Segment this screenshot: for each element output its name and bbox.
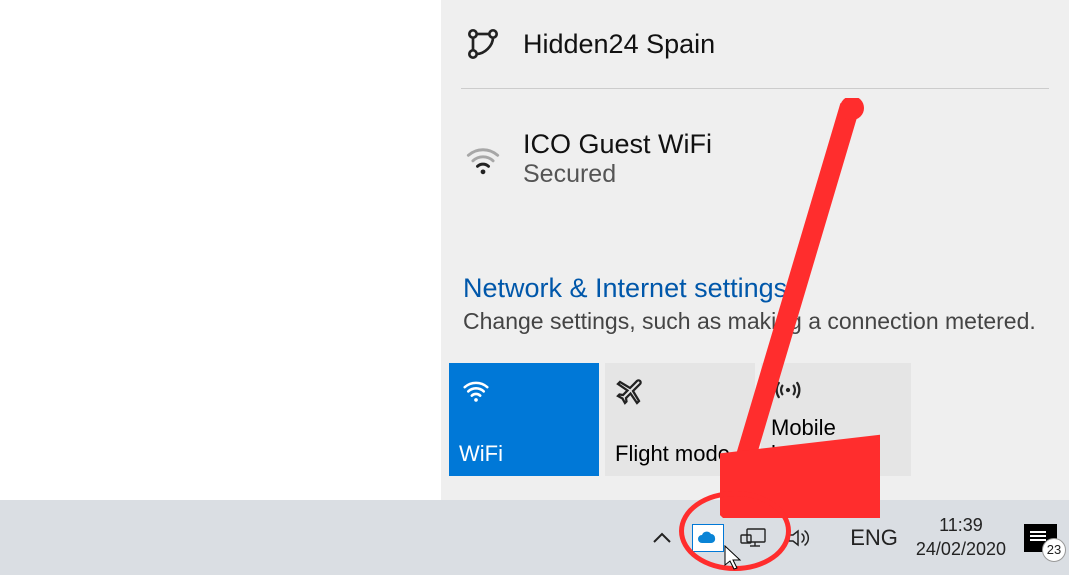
network-name: ICO Guest WiFi — [523, 129, 712, 160]
network-settings-link[interactable]: Network & Internet settings — [463, 273, 1047, 304]
network-item-vpn[interactable]: Hidden24 Spain — [461, 0, 1049, 88]
wifi-icon — [459, 373, 589, 409]
onedrive-tray-icon[interactable] — [688, 518, 728, 558]
network-name: Hidden24 Spain — [523, 29, 715, 60]
network-status: Secured — [523, 160, 712, 189]
tray-overflow-button[interactable] — [642, 518, 682, 558]
network-flyout: Hidden24 Spain ICO Guest WiFi Secured Ne… — [441, 0, 1069, 500]
mobile-hotspot-tile[interactable]: Mobile hotspot — [761, 363, 911, 476]
flight-mode-tile[interactable]: Flight mode — [605, 363, 755, 476]
wifi-signal-icon — [461, 137, 505, 181]
network-list: Hidden24 Spain ICO Guest WiFi Secured — [441, 0, 1069, 211]
tile-label: Mobile hotspot — [771, 415, 901, 466]
settings-link-section: Network & Internet settings Change setti… — [441, 211, 1069, 345]
system-tray — [642, 518, 820, 558]
clock[interactable]: 11:39 24/02/2020 — [916, 514, 1006, 561]
desktop-background — [0, 0, 427, 500]
network-text: Hidden24 Spain — [523, 29, 715, 60]
date: 24/02/2020 — [916, 538, 1006, 561]
network-text: ICO Guest WiFi Secured — [523, 129, 712, 189]
tile-label: Flight mode — [615, 441, 745, 466]
quick-action-tiles: WiFi Flight mode Mobile hotspot — [441, 345, 1069, 476]
network-settings-subtitle: Change settings, such as making a connec… — [463, 308, 1047, 335]
tile-label: WiFi — [459, 441, 589, 466]
network-tray-icon[interactable] — [734, 518, 774, 558]
taskbar: ENG 11:39 24/02/2020 23 — [0, 500, 1069, 575]
language-indicator[interactable]: ENG — [850, 525, 898, 551]
wifi-tile[interactable]: WiFi — [449, 363, 599, 476]
hotspot-icon — [771, 373, 901, 409]
volume-tray-icon[interactable] — [780, 518, 820, 558]
vpn-icon — [461, 22, 505, 66]
time: 11:39 — [916, 514, 1006, 537]
notification-badge: 23 — [1042, 538, 1066, 562]
network-item-wifi[interactable]: ICO Guest WiFi Secured — [461, 89, 1049, 211]
action-center-button[interactable]: 23 — [1024, 524, 1057, 552]
airplane-icon — [615, 373, 745, 409]
